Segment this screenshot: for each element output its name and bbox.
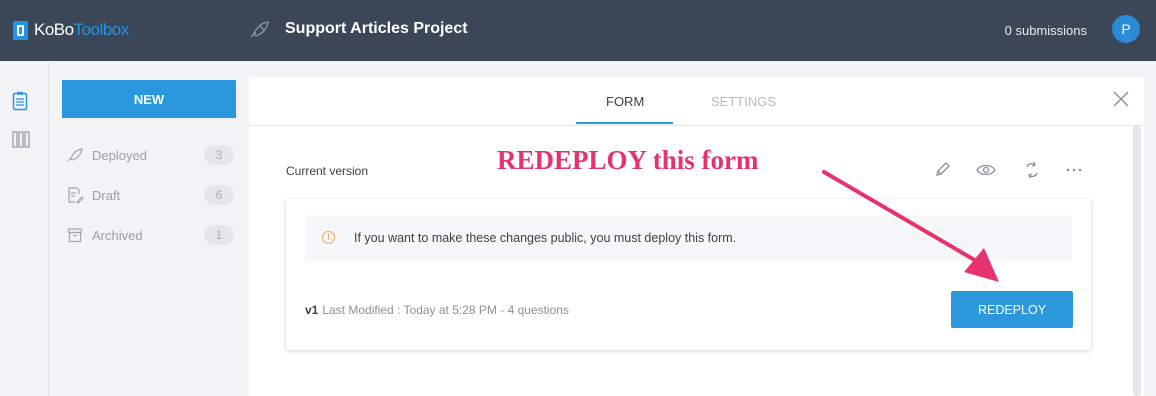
annotation-arrow	[822, 170, 999, 282]
